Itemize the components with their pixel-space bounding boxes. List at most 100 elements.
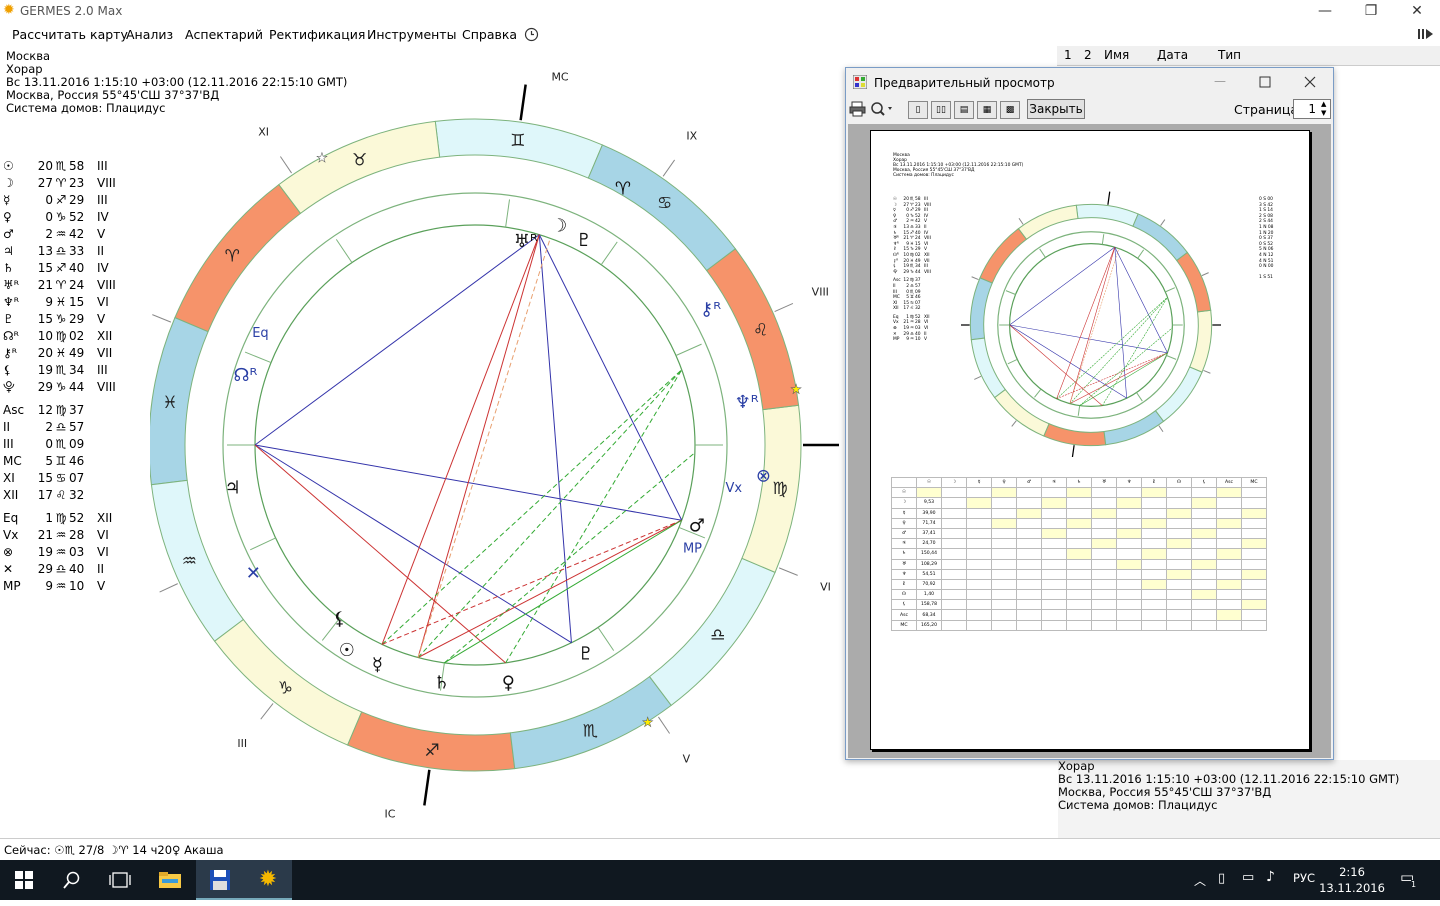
close-button[interactable]: ✕ [1394,0,1440,22]
zoom-icon[interactable] [870,101,894,117]
table-cell [966,599,992,611]
menu-tools[interactable]: Инструменты [367,27,456,42]
planet-row[interactable]: ♆ᴿ 9 ♓ 15 VI [3,294,131,311]
file-explorer-icon[interactable] [146,860,194,900]
natal-chart-wheel[interactable]: ♊♉♈♓♒♑♐♏♎♍♌♋MCIXVIIIVIIVIVICIIIIIAscXIIX… [150,60,840,820]
usb-icon[interactable]: ▯ [1218,871,1225,886]
planet-row[interactable]: ☿ 0 ♐ 29 III [3,192,131,209]
planet-row[interactable]: XII 17 ♌ 32 [893,306,934,312]
panel-toggle-icon[interactable] [1418,28,1434,40]
table-cell [1166,517,1192,529]
column-date[interactable]: Дата [1157,48,1188,62]
planet-g: ♆ᴿ [3,295,20,309]
planet-row[interactable]: MC 5 ♊ 46 [3,453,131,470]
start-button[interactable] [0,860,48,900]
table-cell: 108,29 [916,558,942,570]
planet-row[interactable]: ♄ 15 ♐ 40 IV [3,260,131,277]
planet-glyph-icon: ⚷ᴿ [700,299,721,320]
planet-row[interactable]: ⊗ 19 ♒ 03 VI [3,544,131,561]
column-1[interactable]: 1 [1064,48,1072,62]
menu-help[interactable]: Справка [462,27,517,42]
planet-row[interactable]: ⚸ 19 ♏ 34 III [3,362,131,379]
table-cell [1241,497,1267,509]
planet-row[interactable]: ⯓ 29 ♑ 44 VIII [893,270,934,276]
planet-m: 33 [69,244,85,258]
print-icon[interactable] [849,101,867,117]
page-stepper-icon[interactable]: ▲ ▼ [1321,100,1326,118]
table-cell [1066,538,1092,550]
planet-row[interactable]: Asc 12 ♍ 37 [3,402,131,419]
column-name[interactable]: Имя [1104,48,1129,62]
search-icon[interactable] [48,860,96,900]
planet-s: ♒ [55,545,67,559]
planet-row[interactable]: Eq 1 ♍ 52 XII [3,510,131,527]
preview-close-x-button[interactable] [1304,76,1316,88]
table-cell [1016,538,1042,550]
view-six-pages-icon[interactable]: ▦ [977,101,997,119]
table-cell [1216,589,1242,601]
table-cell [1141,578,1167,591]
planet-row[interactable]: MP 9 ♒ 10 V [3,578,131,595]
table-cell [1191,578,1217,591]
table-cell [1066,527,1092,540]
planet-row[interactable]: ♇ 15 ♑ 29 V [3,311,131,328]
planet-row[interactable]: III 0 ♏ 09 [3,436,131,453]
volume-icon[interactable]: ♪ [1266,869,1275,885]
planet-h: VIII [97,380,116,394]
table-cell [1041,619,1067,631]
view-single-page-icon[interactable]: ▯ [908,101,928,119]
table-cell [1166,578,1192,591]
preview-maximize-button[interactable] [1259,76,1271,88]
show-hidden-icons[interactable]: ︿ [1194,872,1206,889]
planet-row[interactable]: ⚷ᴿ 20 ♓ 49 VII [3,345,131,362]
planet-row[interactable]: ♂ 2 ♒ 42 V [3,226,131,243]
planet-row[interactable]: ♅ᴿ 21 ♈ 24 VIII [3,277,131,294]
planet-g: ⚸ [3,363,12,377]
table-header: ☿ [966,476,992,489]
menu-analysis[interactable]: Анализ [126,27,173,42]
planet-row[interactable]: ☉ 20 ♏ 58 III [3,158,131,175]
table-cell [1116,568,1142,580]
preview-close-button[interactable]: Закрыть [1027,99,1085,119]
planet-row[interactable]: ✕ 29 ♎ 40 II [3,561,131,578]
menu-calculate-chart[interactable]: Рассчитать карту [12,27,128,42]
view-four-pages-icon[interactable]: ▤ [954,101,974,119]
planet-row[interactable]: ⯓ 29 ♑ 44 VIII [3,379,131,396]
germes-app-icon[interactable]: ✹ [244,860,292,900]
table-row-label: ☽ [891,497,917,509]
planet-h: VIII [924,269,931,275]
clock-icon[interactable] [524,27,539,42]
preview-minimize-button[interactable]: — [1214,74,1226,88]
menu-aspectarium[interactable]: Аспектарий [185,27,263,42]
view-two-pages-icon[interactable]: ▯▯ [931,101,951,119]
planet-row[interactable]: Vx 21 ♒ 28 VI [3,527,131,544]
system-clock[interactable]: 2:16 13.11.2016 [1312,864,1392,896]
maximize-button[interactable]: ❐ [1348,0,1394,22]
planet-m: 58 [69,159,85,173]
table-row: ♇ 70,92 [891,578,1267,591]
table-cell [1066,497,1092,509]
menu-rectification[interactable]: Ректификация [269,27,365,42]
minimize-button[interactable]: — [1302,0,1348,22]
table-cell [991,538,1017,550]
planet-row[interactable]: ☊ᴿ 10 ♍ 02 XII [3,328,131,345]
planet-row[interactable]: ♃ 13 ♎ 33 II [3,243,131,260]
planet-row[interactable]: MP 9 ♒ 10 V [893,337,934,343]
network-icon[interactable]: ▭ [1242,870,1254,885]
column-type[interactable]: Тип [1218,48,1241,62]
table-header [891,476,917,489]
table-cell [1191,619,1217,631]
preview-area[interactable]: Москва Хорар Вс 13.11.2016 1:15:10 +03:0… [848,124,1331,758]
planet-row[interactable]: XI 15 ♋ 07 [3,470,131,487]
planet-d: 10 [37,329,53,343]
view-many-pages-icon[interactable]: ▩ [1000,101,1020,119]
planet-row[interactable]: ♀ 0 ♑ 52 IV [3,209,131,226]
task-view-icon[interactable] [96,860,144,900]
planet-row[interactable]: ☽ 27 ♈ 23 VIII [3,175,131,192]
table-cell [1091,507,1117,519]
table-cell [1166,487,1192,499]
planet-row[interactable]: II 2 ♎ 57 [3,419,131,436]
column-2[interactable]: 2 [1084,48,1092,62]
planet-row[interactable]: XII 17 ♌ 32 [3,487,131,504]
save-app-icon[interactable] [196,860,244,900]
